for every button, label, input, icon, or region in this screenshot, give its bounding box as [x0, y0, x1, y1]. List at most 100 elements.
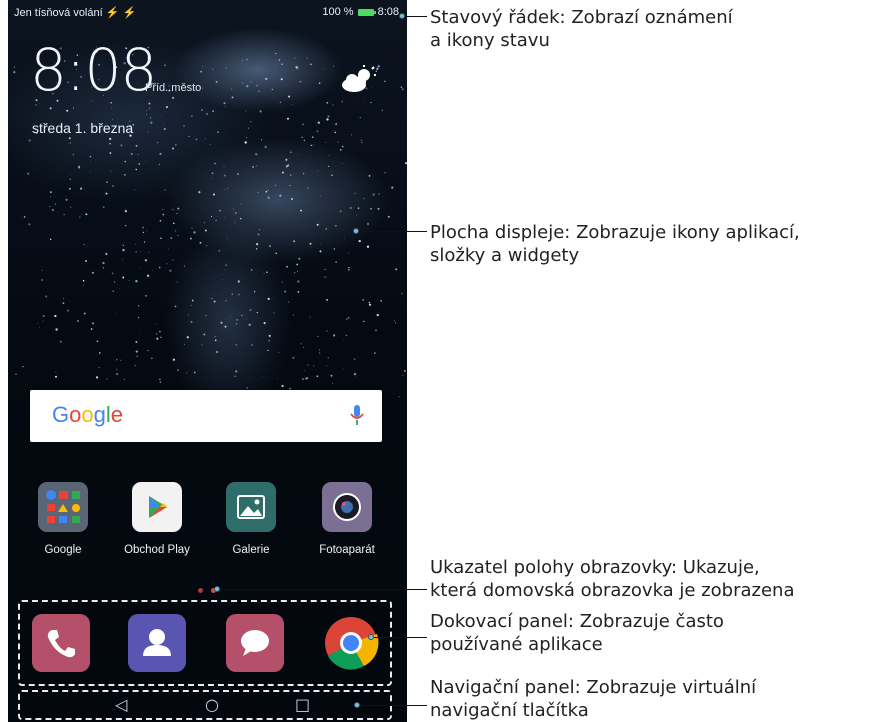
star: [217, 131, 219, 133]
star: [109, 151, 112, 154]
home-button[interactable]: ○: [205, 696, 219, 714]
star: [325, 228, 327, 230]
star: [149, 107, 151, 109]
star: [206, 245, 208, 247]
star: [50, 191, 52, 193]
star: [114, 281, 116, 283]
star: [190, 304, 192, 306]
messages-icon[interactable]: [226, 614, 284, 672]
star: [267, 349, 269, 352]
star: [299, 80, 302, 83]
star: [69, 187, 71, 190]
callout-line: [220, 589, 427, 590]
star: [116, 368, 118, 370]
star: [224, 325, 227, 328]
star: [301, 378, 304, 381]
star: [300, 209, 302, 212]
app-google[interactable]: Google: [20, 482, 106, 556]
star: [249, 309, 252, 311]
star: [378, 193, 380, 195]
star: [362, 298, 365, 301]
app-camera[interactable]: Fotoaparát: [304, 482, 390, 556]
star: [297, 290, 300, 293]
star: [147, 349, 149, 352]
mic-icon[interactable]: [350, 404, 364, 430]
star: [310, 144, 312, 147]
star: [163, 124, 164, 125]
star: [324, 276, 327, 278]
star: [381, 109, 383, 111]
star: [213, 300, 216, 303]
star: [332, 334, 336, 337]
star: [65, 195, 67, 197]
star: [159, 381, 162, 383]
star: [109, 143, 111, 145]
star: [122, 276, 125, 279]
contacts-icon[interactable]: [128, 614, 186, 672]
star: [404, 162, 407, 165]
star: [116, 359, 118, 361]
chrome-icon[interactable]: [322, 614, 380, 672]
star: [90, 328, 93, 330]
star: [172, 259, 174, 261]
star: [326, 365, 328, 367]
star: [216, 351, 219, 353]
star: [111, 272, 114, 275]
star: [172, 358, 176, 361]
star: [291, 198, 293, 200]
star: [142, 231, 145, 233]
star: [119, 288, 120, 289]
star: [335, 261, 337, 263]
star: [287, 164, 290, 167]
back-button[interactable]: ◁: [115, 696, 127, 714]
star: [214, 162, 216, 165]
star: [294, 57, 296, 59]
partly-cloudy-icon[interactable]: [340, 65, 376, 99]
star: [284, 290, 287, 293]
star: [162, 209, 164, 211]
star: [361, 141, 363, 144]
star: [160, 336, 162, 339]
star: [248, 323, 251, 327]
star: [209, 143, 211, 145]
star: [268, 340, 270, 342]
star: [165, 106, 168, 109]
google-search-bar[interactable]: Google: [30, 390, 382, 442]
star: [311, 136, 314, 138]
app-play-store[interactable]: Obchod Play: [114, 482, 200, 556]
star: [199, 241, 202, 244]
star: [288, 95, 291, 98]
star: [278, 351, 280, 353]
star: [183, 125, 185, 127]
star: [102, 267, 105, 269]
star: [190, 115, 193, 118]
star: [286, 265, 289, 268]
star: [285, 158, 288, 161]
star: [235, 370, 238, 373]
app-label: Galerie: [232, 544, 270, 556]
clock-widget-time[interactable]: 8:08: [30, 40, 157, 100]
star: [169, 269, 172, 272]
star: [159, 152, 162, 156]
star: [401, 88, 404, 91]
star: [204, 229, 207, 232]
app-gallery[interactable]: Galerie: [208, 482, 294, 556]
star: [339, 148, 342, 151]
star: [158, 163, 161, 166]
star: [231, 88, 233, 90]
star: [213, 193, 215, 196]
star: [82, 279, 85, 282]
star: [225, 300, 227, 302]
star: [364, 102, 365, 103]
star: [176, 369, 179, 372]
star: [89, 155, 92, 158]
star: [200, 109, 204, 112]
star: [139, 267, 140, 269]
phone-icon[interactable]: [32, 614, 90, 672]
star: [106, 378, 108, 380]
page-dot: [198, 588, 203, 593]
star: [348, 266, 350, 269]
star: [189, 237, 192, 240]
recents-button[interactable]: □: [295, 696, 310, 714]
star: [332, 383, 334, 384]
